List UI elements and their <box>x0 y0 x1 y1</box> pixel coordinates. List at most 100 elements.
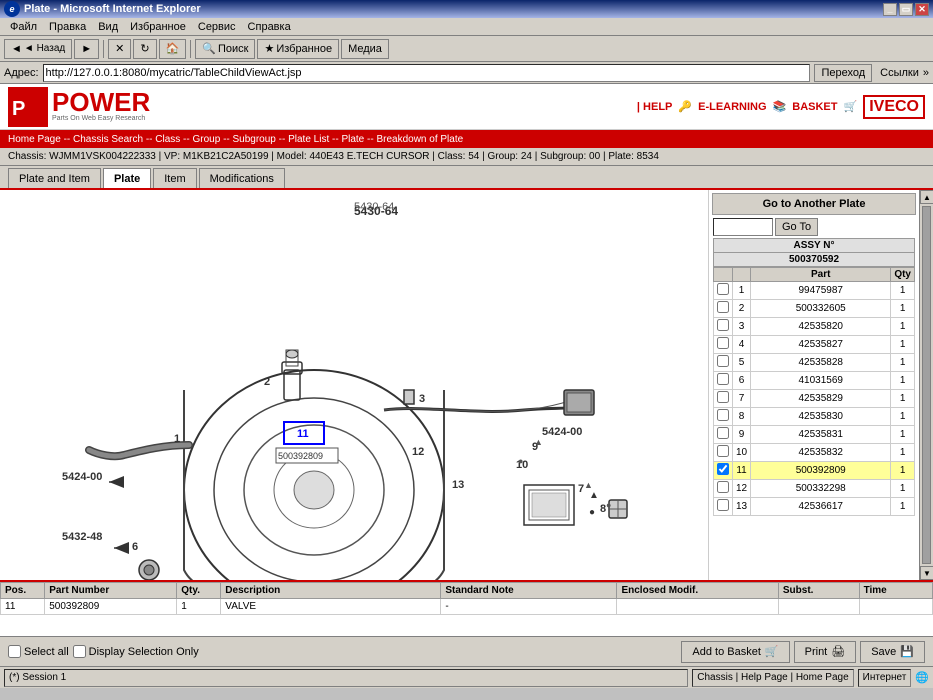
svg-text:13: 13 <box>452 479 464 491</box>
tab-plate[interactable]: Plate <box>103 168 151 188</box>
cell-desc: VALVE <box>221 599 441 615</box>
parts-row-part[interactable]: 41031569 <box>751 372 891 390</box>
parts-row-part[interactable]: 42535830 <box>751 408 891 426</box>
parts-row-checkbox[interactable] <box>717 319 729 331</box>
parts-row-checkbox[interactable] <box>717 481 729 493</box>
parts-row-checkbox[interactable] <box>717 337 729 349</box>
cell-stdnote: - <box>441 599 617 615</box>
menu-file[interactable]: Файл <box>4 19 43 35</box>
menu-bar: Файл Правка Вид Избранное Сервис Справка <box>0 18 933 36</box>
svg-text:●: ● <box>589 507 595 518</box>
select-all-checkbox[interactable] <box>8 645 21 658</box>
basket-link[interactable]: BASKET <box>792 101 837 113</box>
parts-row-checkbox-cell <box>714 480 733 498</box>
scroll-down-button[interactable]: ▼ <box>920 566 933 580</box>
stop-button[interactable]: ✕ <box>108 39 131 59</box>
parts-table-row: 10425358321 <box>714 444 915 462</box>
parts-row-qty: 1 <box>891 462 915 480</box>
parts-row-checkbox-cell <box>714 462 733 480</box>
forward-button[interactable]: ► <box>74 39 99 59</box>
address-input[interactable] <box>43 64 811 82</box>
refresh-button[interactable]: ↻ <box>133 39 156 59</box>
parts-row-checkbox[interactable] <box>717 445 729 457</box>
media-button[interactable]: Медиа <box>341 39 389 59</box>
parts-row-part[interactable]: 500332605 <box>751 300 891 318</box>
display-selection-checkbox[interactable] <box>73 645 86 658</box>
parts-row-checkbox[interactable] <box>717 463 729 475</box>
tab-modifications[interactable]: Modifications <box>199 168 285 188</box>
parts-row-part[interactable]: 42536617 <box>751 498 891 516</box>
menu-view[interactable]: Вид <box>92 19 124 35</box>
parts-row-checkbox[interactable] <box>717 409 729 421</box>
go-button[interactable]: Переход <box>814 64 872 82</box>
parts-scrollbar[interactable]: ▲ ▼ <box>919 190 933 580</box>
back-button[interactable]: ◄ ◄ Назад <box>4 39 72 59</box>
power-logo-container: POWER Parts On Web Easy Research <box>52 89 150 123</box>
menu-favorites[interactable]: Избранное <box>124 19 192 35</box>
svg-text:▲: ▲ <box>534 437 543 447</box>
header-nav-links: | HELP 🔑 E-LEARNING 📚 BASKET 🛒 IVECO <box>637 95 925 119</box>
parts-row-part[interactable]: 42535827 <box>751 336 891 354</box>
goto-button[interactable]: Go To <box>775 218 818 236</box>
svg-text:▲: ▲ <box>584 480 593 490</box>
scroll-up-button[interactable]: ▲ <box>920 190 933 204</box>
menu-help[interactable]: Справка <box>242 19 297 35</box>
tab-plate-and-item[interactable]: Plate and Item <box>8 168 101 188</box>
home-button[interactable]: 🏠 <box>159 39 187 59</box>
header-area: P POWER Parts On Web Easy Research | HEL… <box>0 84 933 130</box>
select-all-label[interactable]: Select all <box>24 646 69 658</box>
parts-row-num: 4 <box>733 336 751 354</box>
diagram-area: ▲ ● 5430-64 5430-64 2 1 3 <box>0 190 709 580</box>
parts-row-num: 3 <box>733 318 751 336</box>
parts-row-num: 13 <box>733 498 751 516</box>
action-bar: Select all Display Selection Only Add to… <box>0 636 933 666</box>
toolbar: ◄ ◄ Назад ► ✕ ↻ 🏠 🔍 Поиск ★ Избранное Ме… <box>0 36 933 62</box>
parts-row-part[interactable]: 42535831 <box>751 426 891 444</box>
save-btn-icon: 💾 <box>900 645 914 658</box>
parts-table-row: 5425358281 <box>714 354 915 372</box>
search-button[interactable]: 🔍 Поиск <box>195 39 255 59</box>
svg-text:5430-64: 5430-64 <box>354 201 394 213</box>
svg-text:500392809: 500392809 <box>278 451 323 461</box>
restore-button[interactable]: ▭ <box>899 3 913 16</box>
parts-row-checkbox[interactable] <box>717 355 729 367</box>
help-link[interactable]: | HELP <box>637 101 672 113</box>
parts-row-checkbox[interactable] <box>717 373 729 385</box>
menu-tools[interactable]: Сервис <box>192 19 242 35</box>
parts-row-checkbox[interactable] <box>717 391 729 403</box>
add-to-basket-button[interactable]: Add to Basket 🛒 <box>681 641 789 663</box>
goto-plate-header: Go to Another Plate <box>712 193 916 215</box>
elearning-link[interactable]: E-LEARNING <box>698 101 766 113</box>
menu-edit[interactable]: Правка <box>43 19 92 35</box>
assy-value: 500370592 <box>714 253 915 267</box>
back-icon: ◄ <box>11 43 22 55</box>
parts-row-part[interactable]: 500392809 <box>751 462 891 480</box>
parts-row-part[interactable]: 42535828 <box>751 354 891 372</box>
close-button[interactable]: ✕ <box>915 3 929 16</box>
parts-row-part[interactable]: 42535832 <box>751 444 891 462</box>
parts-row-part[interactable]: 500332298 <box>751 480 891 498</box>
parts-row-checkbox[interactable] <box>717 301 729 313</box>
col-pos: Pos. <box>1 583 45 599</box>
parts-table-row: 25003326051 <box>714 300 915 318</box>
display-selection-label[interactable]: Display Selection Only <box>89 646 199 658</box>
favorites-button[interactable]: ★ Избранное <box>257 39 339 59</box>
parts-row-part[interactable]: 99475987 <box>751 282 891 300</box>
svg-text:12: 12 <box>412 446 424 458</box>
goto-input[interactable] <box>713 218 773 236</box>
parts-row-num: 12 <box>733 480 751 498</box>
save-button[interactable]: Save 💾 <box>860 641 925 663</box>
scroll-thumb[interactable] <box>922 206 931 564</box>
parts-row-checkbox[interactable] <box>717 499 729 511</box>
bottom-table-row: 11 500392809 1 VALVE - <box>1 599 933 615</box>
parts-row-part[interactable]: 42535820 <box>751 318 891 336</box>
minimize-button[interactable]: _ <box>883 3 897 16</box>
parts-table-row: 6410315691 <box>714 372 915 390</box>
print-button[interactable]: Print 🖨 <box>794 641 857 663</box>
tab-item[interactable]: Item <box>153 168 196 188</box>
parts-row-checkbox[interactable] <box>717 283 729 295</box>
parts-row-checkbox-cell <box>714 408 733 426</box>
parts-row-checkbox[interactable] <box>717 427 729 439</box>
parts-row-part[interactable]: 42535829 <box>751 390 891 408</box>
cell-qty: 1 <box>177 599 221 615</box>
